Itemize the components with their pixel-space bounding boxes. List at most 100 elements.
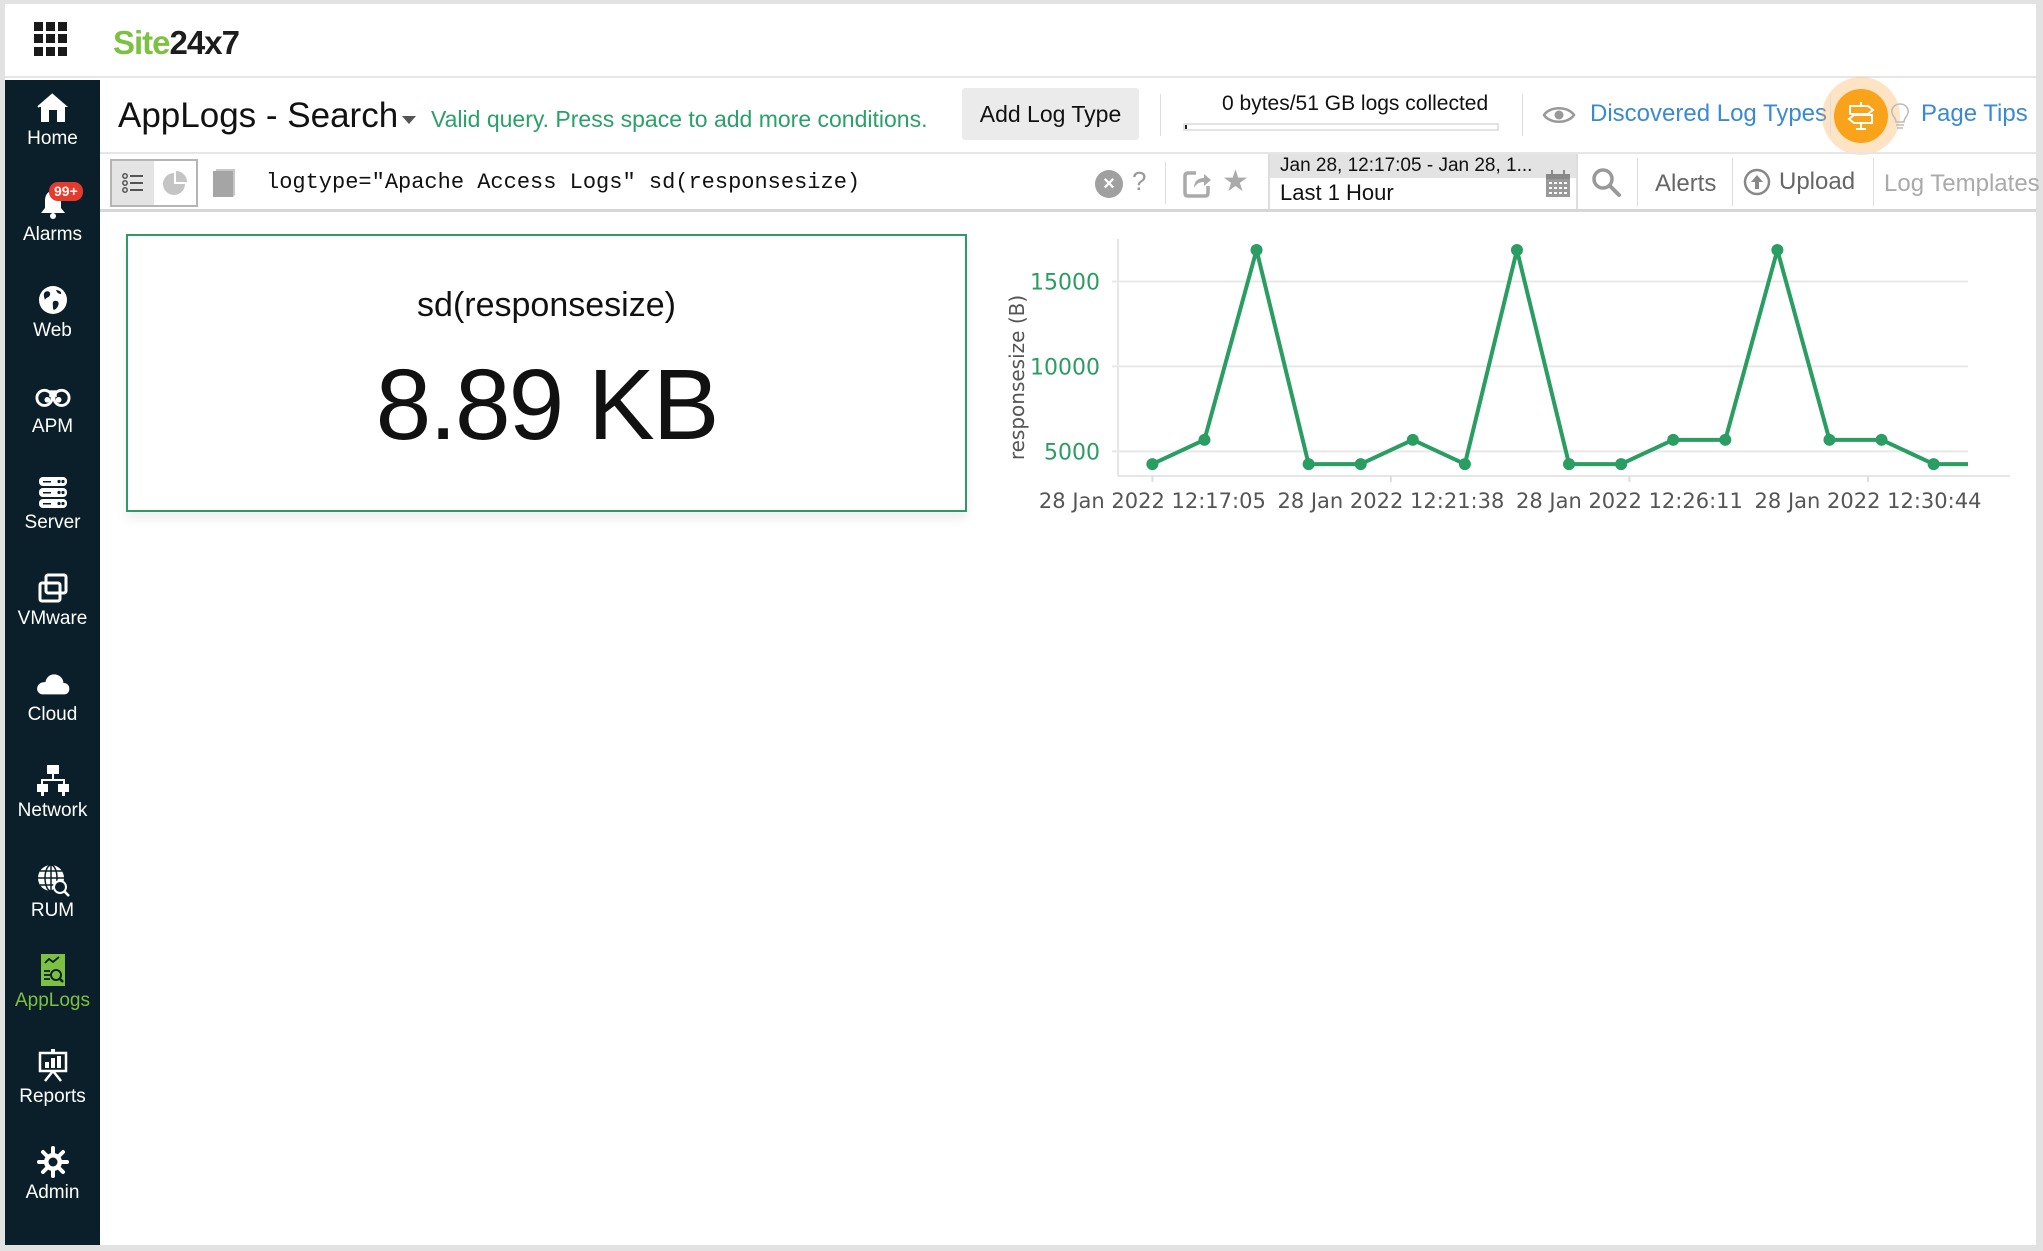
- applogs-icon: [35, 952, 71, 988]
- sidebar-item-alarms[interactable]: 99+ Alarms: [5, 180, 100, 270]
- reports-icon: [35, 1048, 71, 1084]
- data-point: [1510, 244, 1523, 257]
- sidebar-item-label: VMware: [17, 608, 88, 629]
- upload-label: Upload: [1779, 168, 1856, 195]
- calendar-icon[interactable]: [1545, 168, 1571, 198]
- sidebar-item-server[interactable]: Server: [5, 468, 100, 558]
- clear-query-icon[interactable]: ×: [1095, 170, 1123, 198]
- data-point: [1458, 458, 1471, 471]
- divider: [1165, 162, 1166, 204]
- sidebar-item-label: AppLogs: [14, 990, 90, 1011]
- divider: [1522, 94, 1523, 136]
- sidebar-item-vmware[interactable]: VMware: [5, 564, 100, 654]
- sidebar-item-label: Network: [17, 800, 88, 821]
- sidebar-item-label: Cloud: [27, 704, 78, 725]
- upload-button[interactable]: Upload: [1743, 168, 1855, 196]
- rum-icon: [35, 862, 71, 898]
- page-title: AppLogs - Search: [118, 96, 399, 135]
- divider: [1732, 158, 1733, 206]
- data-point: [1667, 433, 1680, 446]
- title-dropdown-caret-icon[interactable]: [402, 116, 416, 124]
- grid-apps-icon[interactable]: [34, 22, 68, 56]
- alarms-badge: 99+: [49, 182, 83, 201]
- sidebar-item-label: Admin: [25, 1182, 80, 1203]
- sidebar-item-apm[interactable]: APM: [5, 372, 100, 462]
- lightbulb-icon: [1890, 102, 1910, 130]
- responsesize-line-chart: 5000 10000 15000 28 Jan 2022 12:17:05 28 Jan…: [1000, 229, 2040, 529]
- divider: [1160, 94, 1161, 136]
- sidebar-item-applogs[interactable]: AppLogs: [5, 946, 100, 1036]
- data-point: [1250, 244, 1263, 257]
- sidebar: Home 99+ Alarms Web APM Server VMware Cl…: [5, 80, 100, 1245]
- divider: [1830, 94, 1831, 136]
- sidebar-item-cloud[interactable]: Cloud: [5, 660, 100, 750]
- x-tick-label: 28 Jan 2022 12:30:44: [1755, 489, 1982, 513]
- x-tick-label: 28 Jan 2022 12:17:05: [1039, 489, 1266, 513]
- data-point: [1615, 458, 1628, 471]
- logs-usage-progress: [1183, 123, 1499, 131]
- divider: [1637, 158, 1638, 206]
- sidebar-item-rum[interactable]: RUM: [5, 856, 100, 946]
- data-point: [1875, 433, 1888, 446]
- data-point: [1198, 433, 1211, 446]
- logs-usage-progress-fill: [1185, 125, 1188, 129]
- saved-queries-icon[interactable]: [212, 168, 236, 198]
- network-icon: [35, 762, 71, 798]
- chart-view-button[interactable]: [154, 161, 196, 205]
- x-tick-label: 28 Jan 2022 12:21:38: [1277, 489, 1504, 513]
- top-bar: Site24x7: [5, 4, 2036, 78]
- list-view-icon: [122, 173, 143, 193]
- upload-icon: [1743, 168, 1771, 196]
- data-point: [1354, 458, 1367, 471]
- time-period-text: Last 1 Hour: [1280, 180, 1394, 205]
- data-point: [1302, 458, 1315, 471]
- share-icon[interactable]: [1182, 169, 1212, 199]
- query-bar: × ? ★ Jan 28, 12:17:05 - Jan 28, 1... La…: [100, 152, 2040, 212]
- sidebar-item-label: Web: [33, 320, 72, 341]
- search-icon[interactable]: [1590, 166, 1622, 198]
- vmware-icon: [35, 570, 71, 606]
- site24x7-logo[interactable]: Site24x7: [113, 24, 240, 62]
- sidebar-item-label: Home: [27, 128, 78, 149]
- binoculars-icon: [35, 378, 71, 414]
- signpost-icon[interactable]: [1834, 89, 1888, 143]
- pie-chart-icon: [163, 171, 187, 195]
- query-valid-message: Valid query. Press space to add more con…: [431, 106, 928, 132]
- help-icon[interactable]: ?: [1132, 166, 1146, 197]
- sidebar-item-label: Reports: [19, 1086, 86, 1107]
- page-tips-link[interactable]: Page Tips: [1921, 100, 2028, 128]
- star-icon[interactable]: ★: [1222, 164, 1249, 199]
- sidebar-item-label: RUM: [30, 900, 75, 921]
- date-range-picker[interactable]: Jan 28, 12:17:05 - Jan 28, 1... Last 1 H…: [1268, 154, 1578, 209]
- sidebar-item-label: Alarms: [22, 224, 83, 245]
- sidebar-item-network[interactable]: Network: [5, 756, 100, 846]
- date-range-text: Jan 28, 12:17:05 - Jan 28, 1...: [1270, 154, 1576, 178]
- sidebar-item-web[interactable]: Web: [5, 276, 100, 366]
- home-icon: [35, 90, 71, 126]
- data-point: [1823, 433, 1836, 446]
- sidebar-item-home[interactable]: Home: [5, 84, 100, 174]
- app-frame: Site24x7 Home 99+ Alarms Web APM Server …: [5, 4, 2040, 1245]
- y-tick-label: 15000: [1030, 270, 1100, 295]
- sidebar-item-admin[interactable]: Admin: [5, 1138, 100, 1228]
- query-input[interactable]: [266, 160, 1126, 204]
- y-tick-label: 10000: [1030, 355, 1100, 380]
- discovered-log-types-link[interactable]: Discovered Log Types: [1590, 100, 1827, 128]
- divider: [1873, 158, 1874, 206]
- log-templates-button[interactable]: Log Templates: [1884, 170, 2040, 198]
- sidebar-item-reports[interactable]: Reports: [5, 1042, 100, 1132]
- eye-icon[interactable]: [1542, 104, 1576, 126]
- data-point: [1771, 244, 1784, 257]
- list-view-button[interactable]: [112, 161, 154, 205]
- sidebar-item-label: APM: [31, 416, 74, 437]
- server-icon: [35, 474, 71, 510]
- metric-card: sd(responsesize) 8.89 KB: [126, 234, 967, 512]
- line-chart-svg: 5000 10000 15000 28 Jan 2022 12:17:05 28 Jan…: [1005, 239, 2010, 513]
- page-header: AppLogs - Search Valid query. Press spac…: [100, 77, 2036, 155]
- add-log-type-button[interactable]: Add Log Type: [962, 88, 1139, 140]
- y-axis-label: responsesize (B): [1005, 295, 1029, 460]
- gear-icon: [35, 1144, 71, 1180]
- data-point: [1927, 458, 1940, 471]
- alerts-button[interactable]: Alerts: [1655, 170, 1716, 198]
- data-point: [1719, 433, 1732, 446]
